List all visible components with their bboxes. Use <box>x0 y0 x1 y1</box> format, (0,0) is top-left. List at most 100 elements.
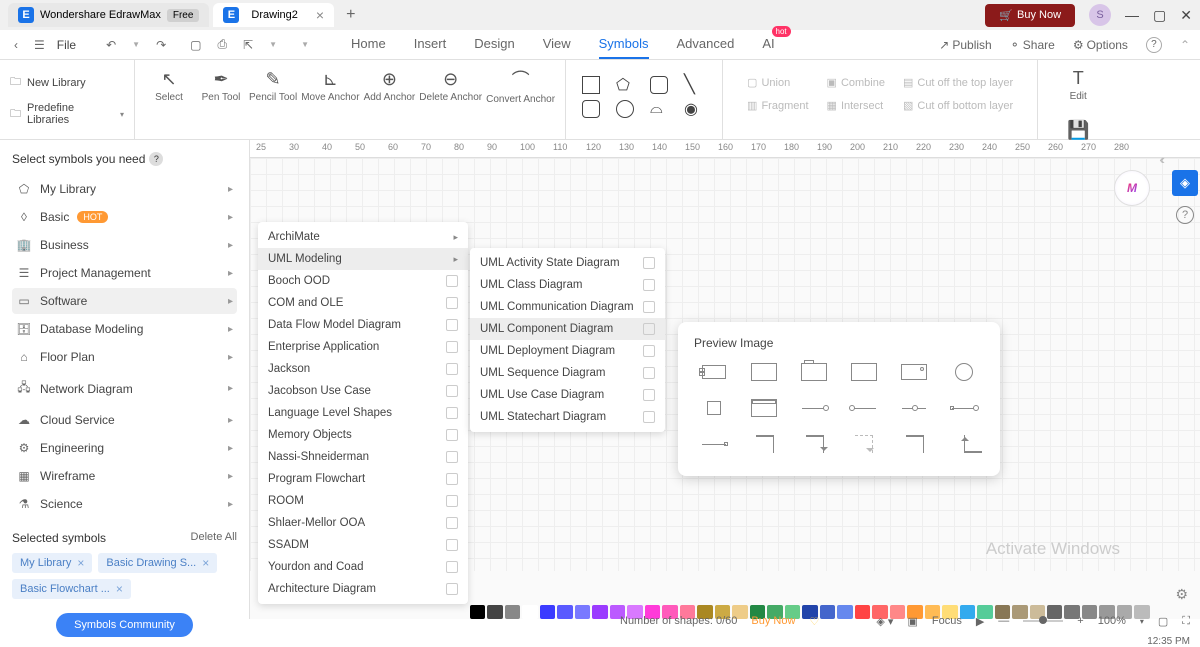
buy-now-button[interactable]: 🛒 Buy Now <box>985 4 1075 27</box>
heart-icon[interactable]: ♡ <box>809 615 819 628</box>
toggle-panel-button[interactable]: ◈ <box>1172 170 1198 196</box>
color-swatch[interactable] <box>470 605 485 619</box>
buy-now-link[interactable]: Buy Now <box>751 615 795 627</box>
color-swatch[interactable] <box>592 605 607 619</box>
menu-tab-insert[interactable]: Insert <box>414 30 447 59</box>
select-tool[interactable]: ↖Select <box>145 66 193 105</box>
submenu-item[interactable]: UML Deployment Diagram <box>470 340 665 362</box>
submenu-item[interactable]: Yourdon and Coad <box>258 556 468 578</box>
roundrect2-shape[interactable] <box>582 100 600 118</box>
category-project-management[interactable]: ☰Project Management▸ <box>12 260 237 286</box>
ai-fab-button[interactable]: M <box>1114 170 1150 206</box>
checkbox[interactable] <box>446 517 458 529</box>
export-icon[interactable]: ⇱ <box>239 36 257 54</box>
maximize-button[interactable]: ▢ <box>1153 7 1166 24</box>
zoom-in-icon[interactable]: + <box>1077 615 1083 627</box>
checkbox[interactable] <box>446 583 458 595</box>
submenu-item[interactable]: ArchiMate▸ <box>258 226 468 248</box>
delete-all-button[interactable]: Delete All <box>191 531 237 545</box>
submenu-item[interactable]: UML Sequence Diagram <box>470 362 665 384</box>
intersect-button[interactable]: ▦ Intersect <box>827 99 885 112</box>
submenu-item[interactable]: Jackson <box>258 358 468 380</box>
close-button[interactable]: ✕ <box>1180 7 1192 24</box>
category-my-library[interactable]: ⬠My Library▸ <box>12 176 237 202</box>
color-swatch[interactable] <box>522 605 537 619</box>
submenu-item[interactable]: UML Use Case Diagram <box>470 384 665 406</box>
new-library-button[interactable]: 🗀New Library <box>10 73 124 92</box>
spiral-shape[interactable]: ◉ <box>684 99 706 119</box>
submenu-item[interactable]: UML Modeling▸ <box>258 248 468 270</box>
color-swatch[interactable] <box>540 605 555 619</box>
menu-tab-advanced[interactable]: Advanced <box>677 30 735 59</box>
pen-tool[interactable]: ✒Pen Tool <box>197 66 245 105</box>
help-icon[interactable]: ? <box>149 152 163 166</box>
export-dropdown[interactable]: ▼ <box>265 38 281 51</box>
menu-tab-symbols[interactable]: Symbols <box>599 30 649 59</box>
close-tab-icon[interactable]: × <box>316 7 324 23</box>
checkbox[interactable] <box>643 367 655 379</box>
edit-button[interactable]: TEdit <box>1054 68 1102 102</box>
publish-button[interactable]: ↗ Publish <box>939 38 991 52</box>
union-button[interactable]: ▢ Union <box>747 76 808 89</box>
checkbox[interactable] <box>446 495 458 507</box>
options-button[interactable]: ⚙ Options <box>1073 38 1128 52</box>
color-swatch[interactable] <box>505 605 520 619</box>
submenu-item[interactable]: Language Level Shapes <box>258 402 468 424</box>
selected-chip[interactable]: Basic Flowchart ...× <box>12 579 131 599</box>
chip-remove-icon[interactable]: × <box>116 582 123 596</box>
submenu-item[interactable]: Shlaer-Mellor OOA <box>258 512 468 534</box>
category-database-modeling[interactable]: 🗄Database Modeling▸ <box>12 316 237 342</box>
submenu-item[interactable]: UML Activity State Diagram <box>470 252 665 274</box>
submenu-item[interactable]: UML Statechart Diagram <box>470 406 665 428</box>
category-science[interactable]: ⚗Science▸ <box>12 491 237 517</box>
play-icon[interactable]: ▶ <box>976 615 984 628</box>
collapse-icon[interactable]: ‹‹ <box>1159 152 1162 167</box>
chip-remove-icon[interactable]: × <box>202 556 209 570</box>
submenu-item[interactable]: Nassi-Shneiderman <box>258 446 468 468</box>
menu-tab-ai[interactable]: AIhot <box>762 30 774 59</box>
checkbox[interactable] <box>643 257 655 269</box>
checkbox[interactable] <box>446 539 458 551</box>
menu-tab-home[interactable]: Home <box>351 30 386 59</box>
checkbox[interactable] <box>643 389 655 401</box>
checkbox[interactable] <box>446 297 458 309</box>
share-button[interactable]: ⚬ Share <box>1010 38 1055 52</box>
submenu-item[interactable]: Enterprise Application <box>258 336 468 358</box>
checkbox[interactable] <box>643 323 655 335</box>
help-rail-icon[interactable]: ? <box>1176 206 1194 224</box>
roundrect-shape[interactable] <box>650 76 668 94</box>
zoom-out-icon[interactable]: — <box>998 615 1009 627</box>
checkbox[interactable] <box>446 473 458 485</box>
convert-anchor-tool[interactable]: ⌒Convert Anchor <box>486 66 555 105</box>
user-avatar[interactable]: S <box>1089 4 1111 26</box>
line-shape[interactable]: ╲ <box>684 74 706 95</box>
color-swatch[interactable] <box>557 605 572 619</box>
category-engineering[interactable]: ⚙Engineering▸ <box>12 435 237 461</box>
submenu-item[interactable]: ROOM <box>258 490 468 512</box>
zoom-slider[interactable] <box>1023 620 1063 622</box>
checkbox[interactable] <box>446 363 458 375</box>
arc-shape[interactable]: ⌓ <box>650 100 672 118</box>
hamburger-icon[interactable]: ☰ <box>30 36 49 54</box>
category-floor-plan[interactable]: ⌂Floor Plan▸ <box>12 344 237 370</box>
checkbox[interactable] <box>446 561 458 573</box>
submenu-item[interactable]: Data Flow Model Diagram <box>258 314 468 336</box>
pencil-tool[interactable]: ✎Pencil Tool <box>249 66 297 105</box>
submenu-item[interactable]: UML Component Diagram <box>470 318 665 340</box>
focus-button[interactable]: Focus <box>932 615 962 627</box>
checkbox[interactable] <box>643 411 655 423</box>
fragment-button[interactable]: ▥ Fragment <box>747 99 808 112</box>
app-tab[interactable]: E Wondershare EdrawMax Free <box>8 3 209 27</box>
category-software[interactable]: ▭Software▸ <box>12 288 237 314</box>
back-icon[interactable]: ‹ <box>10 36 22 54</box>
submenu-item[interactable]: COM and OLE <box>258 292 468 314</box>
redo-icon[interactable]: ↷ <box>152 36 170 54</box>
checkbox[interactable] <box>446 451 458 463</box>
add-anchor-tool[interactable]: ⊕Add Anchor <box>364 66 416 105</box>
zoom-level[interactable]: 100% <box>1098 615 1126 627</box>
selected-chip[interactable]: Basic Drawing S...× <box>98 553 217 573</box>
fullscreen-icon[interactable]: ⛶ <box>1182 615 1190 628</box>
pentagon-shape[interactable]: ⬠ <box>616 75 638 95</box>
category-network-diagram[interactable]: 🖧Network Diagram▸ <box>12 372 237 405</box>
submenu-item[interactable]: UML Communication Diagram <box>470 296 665 318</box>
